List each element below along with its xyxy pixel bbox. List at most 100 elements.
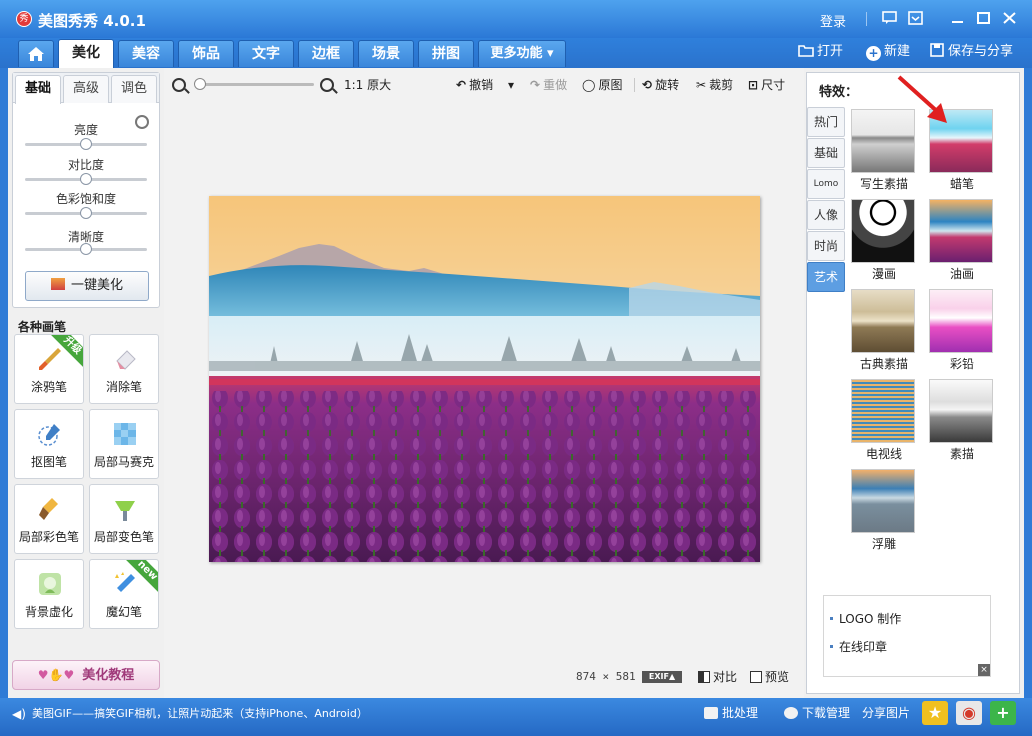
one-click-beautify-button[interactable]: 一键美化 bbox=[25, 271, 149, 301]
rotate-button[interactable]: ⟲ 旋转 bbox=[642, 77, 679, 93]
effect-pencil-sketch[interactable]: 素描 bbox=[929, 379, 995, 462]
brush-graffiti[interactable]: 升级 涂鸦笔 bbox=[14, 334, 84, 404]
effects-title: 特效： bbox=[819, 85, 859, 100]
download-icon bbox=[784, 707, 798, 719]
weibo-icon[interactable]: ◉ bbox=[956, 701, 982, 725]
slider-knob[interactable] bbox=[80, 173, 92, 185]
adjust-subtabs: 基础 高级 调色 bbox=[13, 73, 159, 104]
effect-thumbnail bbox=[851, 469, 915, 533]
new-button[interactable]: + 新建 bbox=[866, 43, 910, 61]
promo-label: LOGO 制作 bbox=[839, 612, 902, 626]
brush-magic[interactable]: new 魔幻笔 bbox=[89, 559, 159, 629]
resize-button[interactable]: ⊡ 尺寸 bbox=[748, 77, 785, 93]
save-share-button[interactable]: 保存与分享 bbox=[930, 43, 1013, 61]
subtab-color[interactable]: 调色 bbox=[111, 75, 157, 103]
close-icon[interactable]: × bbox=[978, 664, 990, 676]
cutout-pen-icon bbox=[38, 424, 60, 446]
contrast-slider[interactable] bbox=[25, 173, 147, 185]
minimize-icon[interactable] bbox=[950, 11, 965, 25]
effect-label: 漫画 bbox=[871, 267, 896, 281]
brush-cutout[interactable]: 抠图笔 bbox=[14, 409, 84, 479]
effect-thumbnail bbox=[851, 289, 915, 353]
effects-tab-lomo[interactable]: Lomo bbox=[807, 169, 845, 199]
download-manager-button[interactable]: 下载管理 bbox=[784, 704, 850, 721]
eraser-icon bbox=[116, 350, 136, 370]
workspace: 基础 高级 调色 亮度 对比度 色彩饱和度 清晰度 一键美化 各种画笔 升级 涂… bbox=[8, 68, 1024, 698]
effect-classic-sketch[interactable]: 古典素描 bbox=[851, 289, 917, 372]
brightness-slider[interactable] bbox=[25, 138, 147, 150]
effect-label: 素描 bbox=[949, 447, 974, 461]
slider-knob[interactable] bbox=[80, 138, 92, 150]
effect-thumbnail bbox=[929, 379, 993, 443]
effect-oil-painting[interactable]: 油画 bbox=[929, 199, 995, 282]
brush-eraser[interactable]: 消除笔 bbox=[89, 334, 159, 404]
tab-more-features[interactable]: 更多功能 ▾ bbox=[478, 40, 566, 67]
subtab-advanced[interactable]: 高级 bbox=[63, 75, 109, 103]
crop-label: 裁剪 bbox=[709, 78, 734, 92]
batch-label: 批处理 bbox=[722, 706, 759, 720]
effects-tab-popular[interactable]: 热门 bbox=[807, 107, 845, 137]
photo-canvas[interactable] bbox=[209, 196, 760, 562]
close-icon[interactable] bbox=[1002, 11, 1017, 25]
effects-tab-art[interactable]: 艺术 bbox=[807, 262, 845, 292]
image-dimensions: 874 × 581 bbox=[576, 670, 636, 683]
effect-color-pencil[interactable]: 彩铅 bbox=[929, 289, 995, 372]
brush-local-color[interactable]: 局部彩色笔 bbox=[14, 484, 84, 554]
saturation-label: 色彩饱和度 bbox=[55, 192, 116, 206]
tab-scene[interactable]: 场景 bbox=[358, 40, 414, 67]
effect-tv-lines[interactable]: 电视线 bbox=[851, 379, 917, 462]
preview-button[interactable]: 预览 bbox=[750, 668, 789, 685]
rotate-icon: ⟲ bbox=[642, 78, 653, 92]
tab-beautify[interactable]: 美化 bbox=[58, 39, 114, 68]
brush-background-blur[interactable]: 背景虚化 bbox=[14, 559, 84, 629]
red-arrow-annotation bbox=[897, 75, 947, 123]
undo-dropdown-icon[interactable]: ▾ bbox=[508, 77, 514, 93]
original-size-button[interactable]: 1:1 原大 bbox=[344, 77, 391, 93]
effects-tab-basic[interactable]: 基础 bbox=[807, 138, 845, 168]
subtab-basic[interactable]: 基础 bbox=[15, 75, 61, 104]
promo-logo-maker[interactable]: LOGO 制作 bbox=[830, 610, 901, 627]
compare-button[interactable]: 对比 bbox=[698, 668, 737, 685]
promo-online-seal[interactable]: 在线印章 bbox=[830, 638, 887, 655]
add-icon[interactable]: + bbox=[990, 701, 1016, 725]
open-button[interactable]: 打开 bbox=[798, 43, 843, 61]
beautify-tutorial-button[interactable]: ♥✋♥ 美化教程 bbox=[12, 660, 160, 690]
original-image-button[interactable]: ◯ 原图 bbox=[582, 77, 622, 93]
save-share-label: 保存与分享 bbox=[948, 44, 1014, 59]
effect-label: 电视线 bbox=[865, 447, 902, 461]
speaker-icon[interactable]: ◀) bbox=[12, 707, 26, 721]
exif-button[interactable]: EXIF▲ bbox=[642, 671, 682, 683]
news-ticker[interactable]: 美图GIF——搞笑GIF相机，让照片动起来（支持iPhone、Android） bbox=[32, 705, 368, 721]
batch-button[interactable]: 批处理 bbox=[704, 704, 758, 721]
zoom-slider-knob[interactable] bbox=[194, 78, 206, 90]
brush-mosaic[interactable]: 局部马赛克 bbox=[89, 409, 159, 479]
saturation-slider[interactable] bbox=[25, 207, 147, 219]
crop-button[interactable]: ✂ 裁剪 bbox=[696, 77, 733, 93]
tab-beauty[interactable]: 美容 bbox=[118, 40, 174, 67]
zoom-slider[interactable] bbox=[198, 83, 314, 86]
zoom-out-icon[interactable] bbox=[172, 78, 186, 92]
effect-emboss[interactable]: 浮雕 bbox=[851, 469, 917, 552]
tab-home[interactable] bbox=[18, 40, 54, 67]
effects-tab-portrait[interactable]: 人像 bbox=[807, 200, 845, 230]
slider-knob[interactable] bbox=[80, 207, 92, 219]
login-link[interactable]: 登录 bbox=[820, 11, 846, 30]
brightness-label: 亮度 bbox=[73, 123, 98, 137]
tab-collage[interactable]: 拼图 bbox=[418, 40, 474, 67]
redo-button[interactable]: ↷ 重做 bbox=[530, 77, 567, 93]
qzone-star-icon[interactable]: ★ bbox=[922, 701, 948, 725]
share-photo-button[interactable]: 分享图片 bbox=[862, 704, 910, 721]
brush-local-recolor[interactable]: 局部变色笔 bbox=[89, 484, 159, 554]
tab-frame[interactable]: 边框 bbox=[298, 40, 354, 67]
tab-text[interactable]: 文字 bbox=[238, 40, 294, 67]
message-icon[interactable] bbox=[882, 11, 897, 25]
effect-comic[interactable]: 漫画 bbox=[851, 199, 917, 282]
effects-tab-fashion[interactable]: 时尚 bbox=[807, 231, 845, 261]
zoom-in-icon[interactable] bbox=[320, 78, 334, 92]
skin-icon[interactable] bbox=[908, 11, 923, 25]
undo-button[interactable]: ↶ 撤销 bbox=[456, 77, 493, 93]
sharpness-slider[interactable] bbox=[25, 243, 147, 255]
tab-accessories[interactable]: 饰品 bbox=[178, 40, 234, 67]
maximize-icon[interactable] bbox=[976, 11, 991, 25]
slider-knob[interactable] bbox=[80, 243, 92, 255]
